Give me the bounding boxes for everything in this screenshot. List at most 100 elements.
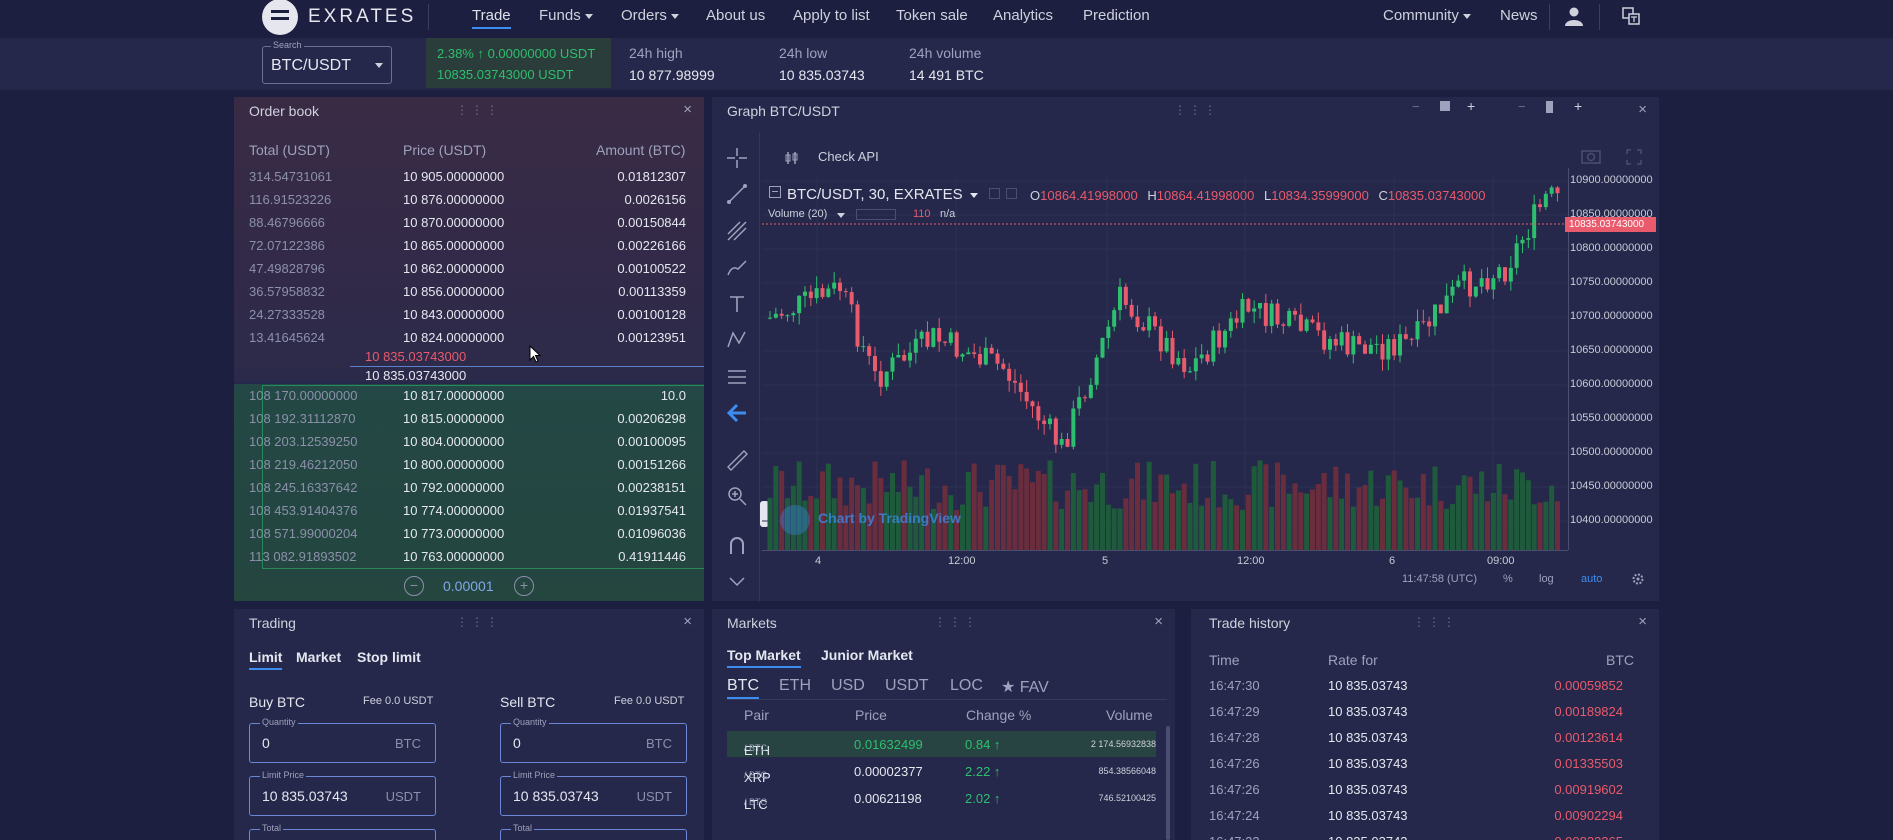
drag-handle-icon[interactable]: ⋮⋮⋮ — [1413, 615, 1458, 629]
buy-total-field[interactable]: Total — [249, 823, 436, 840]
price-chart[interactable] — [762, 178, 1567, 550]
indicators-icon[interactable] — [784, 150, 800, 169]
zoom-in-icon[interactable] — [724, 485, 750, 511]
trade-row: 16:47:29 10 835.03743 0.00189824 — [1191, 700, 1641, 726]
panel-header[interactable]: Graph BTC/USDT ⋮⋮⋮ − + − + × — [712, 97, 1659, 125]
close-icon[interactable]: × — [683, 101, 692, 118]
scrollbar[interactable] — [1166, 726, 1170, 840]
sell-limit-price-field[interactable]: Limit Price 10 835.03743 USDT — [500, 770, 687, 816]
tab-stop-limit[interactable]: Stop limit — [357, 649, 421, 665]
user-icon[interactable] — [1564, 6, 1584, 26]
ask-row[interactable]: 36.57958832 10 856.00000000 0.00113359 — [236, 281, 704, 303]
crosshair-icon[interactable] — [724, 147, 750, 173]
quote-tab[interactable]: ★ FAV — [1001, 677, 1049, 697]
decrease-precision-button[interactable]: − — [404, 576, 424, 596]
close-icon[interactable]: × — [1638, 613, 1647, 630]
layout-top-icon[interactable] — [1440, 101, 1450, 111]
more-tools-icon[interactable] — [724, 570, 750, 596]
auto-toggle[interactable]: auto — [1581, 573, 1602, 585]
drag-handle-icon[interactable]: ⋮⋮⋮ — [1174, 103, 1219, 117]
ask-row[interactable]: 116.91523226 10 876.00000000 0.0026156 — [236, 189, 704, 211]
close-icon[interactable]: × — [1638, 101, 1647, 118]
nav-token-sale[interactable]: Token sale — [896, 7, 968, 24]
ask-row[interactable]: 88.46796666 10 870.00000000 0.00150844 — [236, 212, 704, 234]
camera-icon[interactable] — [1581, 148, 1601, 167]
volume-indicator-label[interactable]: Volume (20) — [768, 208, 827, 220]
quote-tab[interactable]: USD — [831, 677, 865, 695]
buy-quantity-field[interactable]: Quantity 0 BTC — [249, 717, 436, 763]
nav-orders[interactable]: Orders — [621, 7, 679, 24]
ask-row[interactable]: 47.49828796 10 862.00000000 0.00100522 — [236, 258, 704, 280]
close-icon[interactable] — [1006, 188, 1017, 199]
quote-tab[interactable]: USDT — [885, 677, 929, 695]
magnet-icon[interactable] — [724, 534, 750, 560]
back-arrow-icon[interactable] — [724, 402, 750, 428]
panel-header[interactable]: Trading ⋮⋮⋮ × — [234, 609, 704, 637]
ask-row[interactable]: 72.07122386 10 865.00000000 0.00226166 — [236, 235, 704, 257]
gear-icon[interactable] — [1631, 572, 1645, 589]
ruler-icon[interactable] — [724, 449, 750, 475]
increase-precision-button[interactable]: + — [514, 576, 534, 596]
measure-lines-icon[interactable] — [724, 366, 750, 392]
close-icon[interactable]: × — [683, 613, 692, 630]
pair-quote: / BTC — [744, 743, 768, 753]
logo[interactable]: EXRATES — [262, 0, 416, 35]
indicator-controls[interactable] — [856, 209, 896, 220]
panel-header[interactable]: Trade history ⋮⋮⋮ × — [1191, 609, 1659, 637]
fullscreen-icon[interactable] — [1626, 149, 1642, 168]
nav-prediction[interactable]: Prediction — [1083, 7, 1150, 24]
tab-market[interactable]: Market — [296, 649, 341, 665]
ask-row[interactable]: 13.41645624 10 824.00000000 0.00123951 — [236, 327, 704, 349]
brush-icon[interactable] — [724, 257, 750, 283]
minimize-icon[interactable]: − — [1412, 99, 1420, 114]
nav-trade[interactable]: Trade — [472, 7, 511, 29]
volume-bars — [767, 460, 1560, 550]
layout-side-icon[interactable] — [1546, 101, 1553, 113]
sell-total-field[interactable]: Total — [500, 823, 687, 840]
collapse-legend-icon[interactable] — [769, 186, 781, 198]
nav-news[interactable]: News — [1500, 7, 1538, 24]
chart-symbol[interactable]: BTC/USDT, 30, EXRATES — [787, 186, 963, 203]
minimize-icon[interactable]: − — [1518, 99, 1526, 114]
sell-quantity-field[interactable]: Quantity 0 BTC — [500, 717, 687, 763]
trendline-icon[interactable] — [724, 183, 750, 209]
quote-tab[interactable]: ETH — [779, 677, 811, 695]
drag-handle-icon[interactable]: ⋮⋮⋮ — [934, 615, 979, 629]
language-icon[interactable] — [1622, 7, 1640, 25]
ask-row[interactable]: 314.54731061 10 905.00000000 0.01812307 — [236, 166, 704, 188]
add-icon[interactable]: + — [1574, 98, 1582, 114]
panel-header[interactable]: Markets ⋮⋮⋮ × — [712, 609, 1175, 637]
tab-junior-market[interactable]: Junior Market — [821, 647, 913, 663]
fib-icon[interactable] — [724, 220, 750, 246]
volume-bar — [1345, 473, 1350, 550]
drag-handle-icon[interactable]: ⋮⋮⋮ — [456, 103, 501, 117]
nav-funds[interactable]: Funds — [539, 7, 593, 24]
tab-limit[interactable]: Limit — [249, 649, 283, 670]
nav-about[interactable]: About us — [706, 7, 765, 24]
ask-row[interactable]: 24.27333528 10 843.00000000 0.00100128 — [236, 304, 704, 326]
panel-header[interactable]: Order book ⋮⋮⋮ × — [234, 97, 704, 125]
nav-analytics[interactable]: Analytics — [993, 7, 1053, 24]
candle-body — [931, 328, 936, 347]
buy-limit-price-field[interactable]: Limit Price 10 835.03743 USDT — [249, 770, 436, 816]
pattern-icon[interactable] — [724, 329, 750, 355]
quote-tab[interactable]: LOC — [950, 677, 983, 695]
market-row[interactable]: ETH / BTC 0.01632499 0.84 ↑ 2 174.56932838 — [727, 731, 1156, 758]
text-icon[interactable] — [724, 293, 750, 319]
market-row[interactable]: XRP / BTC 0.00002377 2.22 ↑ 854.38566048 — [727, 758, 1156, 785]
candle-body — [1526, 238, 1531, 240]
market-row[interactable]: LTC / BTC 0.00621198 2.02 ↑ 746.52100425 — [727, 785, 1156, 812]
percent-toggle[interactable]: % — [1503, 573, 1513, 585]
add-icon[interactable]: + — [1467, 98, 1475, 114]
close-icon[interactable]: × — [1154, 613, 1163, 630]
tradingview-watermark[interactable]: Chart by TradingView — [818, 510, 961, 526]
tab-top-market[interactable]: Top Market — [727, 647, 801, 668]
pair-search-select[interactable]: Search BTC/USDT — [262, 40, 392, 84]
log-toggle[interactable]: log — [1539, 573, 1554, 585]
check-api-link[interactable]: Check API — [818, 149, 879, 164]
settings-icon[interactable] — [989, 188, 1000, 199]
nav-apply[interactable]: Apply to list — [793, 7, 870, 24]
drag-handle-icon[interactable]: ⋮⋮⋮ — [456, 615, 501, 629]
quote-tab[interactable]: BTC — [727, 677, 759, 699]
nav-community[interactable]: Community — [1383, 7, 1471, 24]
